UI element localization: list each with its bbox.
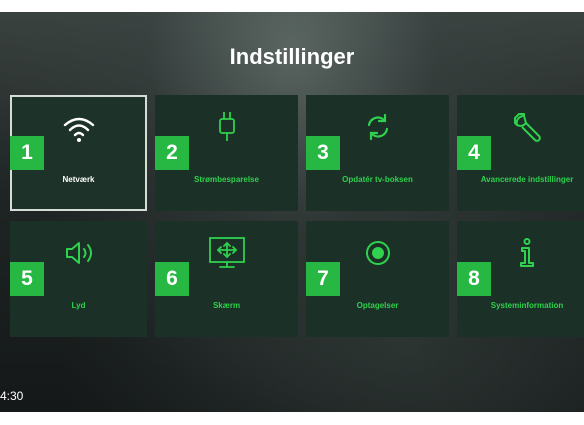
tile-number: 8: [457, 262, 491, 296]
tile-label: Systeminformation: [490, 301, 564, 310]
tile-recordings[interactable]: 7 Optagelser: [306, 221, 449, 337]
tile-number: 3: [306, 136, 340, 170]
tile-label: Opdatér tv-boksen: [342, 175, 413, 184]
tile-number: 4: [457, 136, 491, 170]
tile-number: 5: [10, 262, 44, 296]
tile-number: 7: [306, 262, 340, 296]
tile-update-box[interactable]: 3 Opdatér tv-boksen: [306, 95, 449, 211]
tile-label: Skærm: [212, 301, 241, 310]
settings-screen: Indstillinger 1 Netværk 2 Strømbesparels…: [0, 12, 584, 412]
tile-label: Avancerede indstillinger: [480, 175, 574, 184]
tile-label: Netværk: [62, 175, 95, 184]
tile-number: 2: [155, 136, 189, 170]
tile-label: Lyd: [71, 301, 86, 310]
tile-sound[interactable]: 5 Lyd: [10, 221, 147, 337]
tile-label: Optagelser: [356, 301, 399, 310]
tile-number: 6: [155, 262, 189, 296]
page-title: Indstillinger: [229, 44, 355, 69]
tile-network[interactable]: 1 Netværk: [10, 95, 147, 211]
tile-advanced-settings[interactable]: 4 Avancerede indstillinger: [457, 95, 584, 211]
tile-screen[interactable]: 6 Skærm: [155, 221, 298, 337]
clock-time: 4:30: [0, 389, 24, 403]
tile-power-saving[interactable]: 2 Strømbesparelse: [155, 95, 298, 211]
tile-label: Strømbesparelse: [194, 175, 259, 184]
tile-system-information[interactable]: 8 Systeminformation: [457, 221, 584, 337]
tile-number: 1: [10, 136, 44, 170]
